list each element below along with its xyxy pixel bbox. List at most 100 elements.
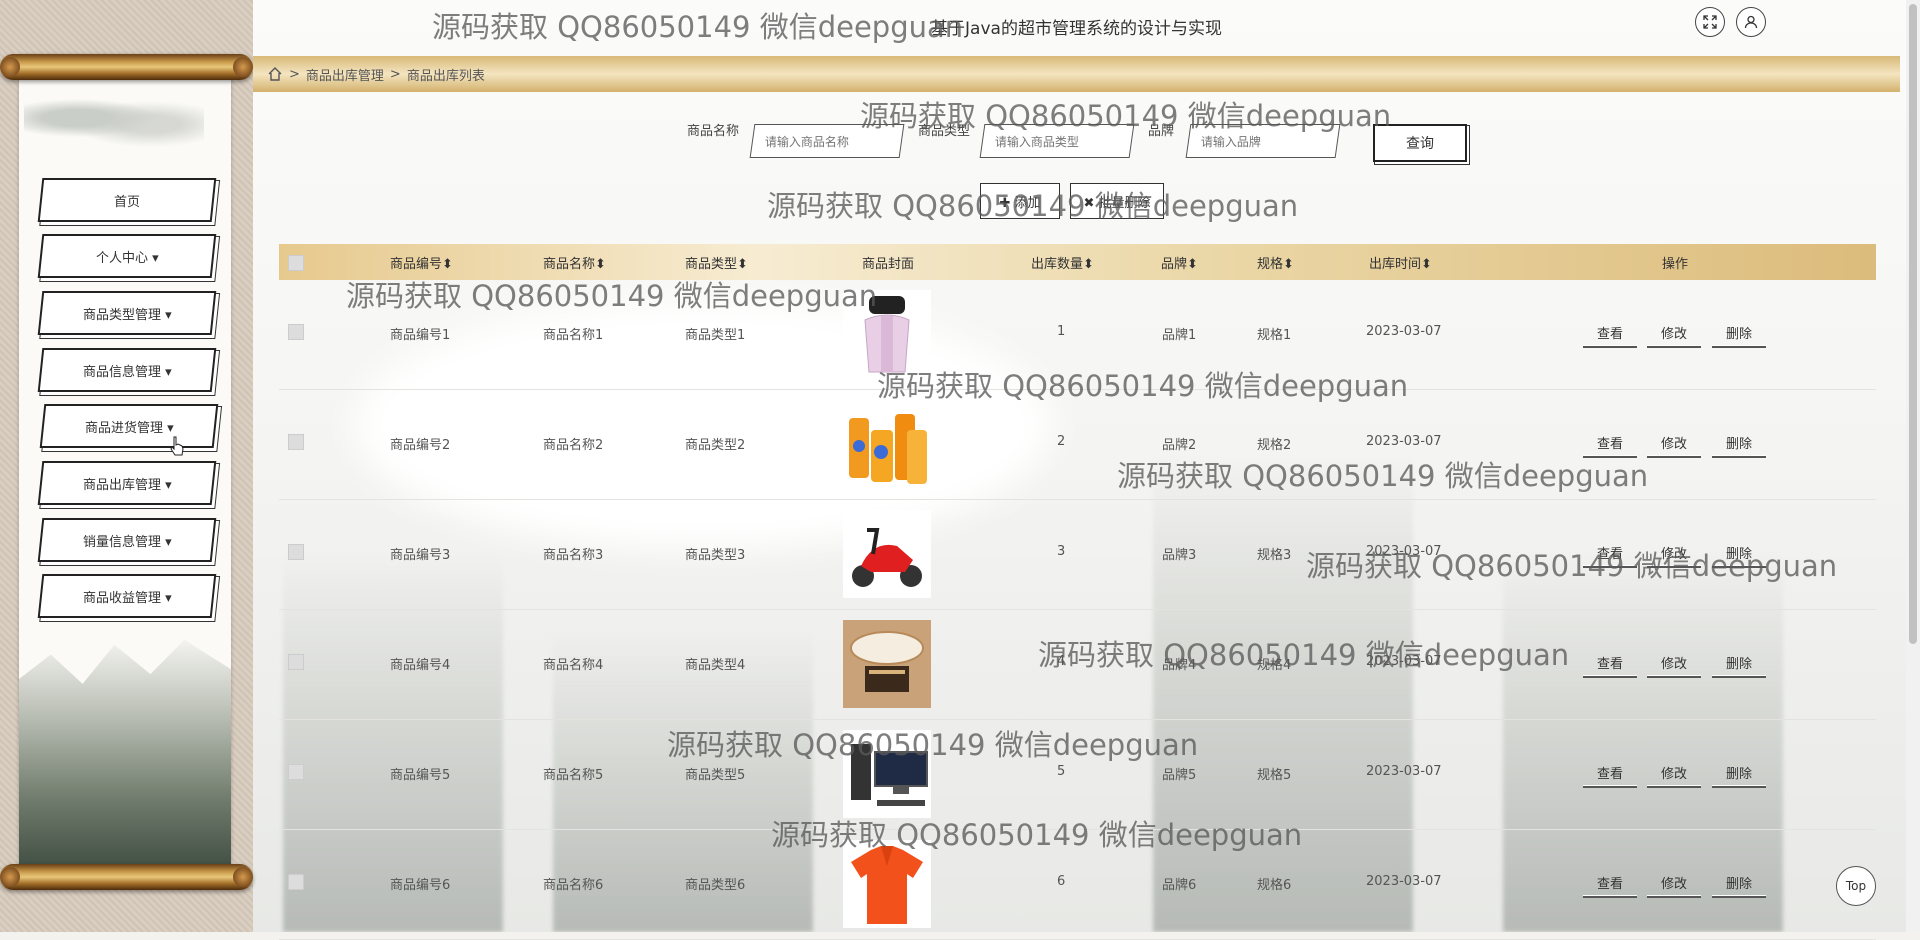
delete-button[interactable]: 删除	[1712, 758, 1766, 788]
view-button[interactable]: 查看	[1583, 538, 1637, 568]
row-checkbox[interactable]	[288, 764, 304, 780]
select-all-checkbox[interactable]	[288, 255, 304, 271]
sidebar-item-label: 商品收益管理 ▾	[82, 590, 172, 606]
sidebar: 首页 个人中心 ▾ 商品类型管理 ▾ 商品信息管理 ▾ 商品进货管理 ▾ 商品出…	[0, 0, 253, 932]
cell-brand: 品牌5	[1162, 768, 1197, 783]
sidebar-item-label: 商品类型管理 ▾	[82, 307, 172, 323]
row-checkbox[interactable]	[288, 434, 304, 450]
header-goods-code[interactable]: 商品编号⬍	[390, 253, 453, 272]
edit-button[interactable]: 修改	[1647, 538, 1701, 568]
delete-button[interactable]: 删除	[1712, 318, 1766, 348]
sidebar-item-personal-center[interactable]: 个人中心 ▾	[37, 234, 217, 278]
edit-button[interactable]: 修改	[1647, 868, 1701, 898]
brand-input-wrapper[interactable]	[1185, 124, 1341, 159]
sidebar-item-goods-profit[interactable]: 商品收益管理 ▾	[37, 574, 217, 618]
breadcrumb-separator: >	[389, 66, 401, 82]
header-brand[interactable]: 品牌⬍	[1161, 253, 1198, 272]
cell-goods-code: 商品编号3	[390, 548, 451, 563]
view-button[interactable]: 查看	[1583, 758, 1637, 788]
edit-button[interactable]: 修改	[1647, 758, 1701, 788]
cell-spec: 规格1	[1257, 328, 1292, 343]
brand-label: 品牌	[1148, 124, 1175, 139]
breadcrumb: > 商品出库管理 > 商品出库列表	[253, 56, 1900, 92]
sidebar-item-home[interactable]: 首页	[37, 178, 217, 222]
view-button[interactable]: 查看	[1583, 868, 1637, 898]
edit-button[interactable]: 修改	[1647, 318, 1701, 348]
row-checkbox[interactable]	[288, 544, 304, 560]
goods-cover-image	[843, 620, 931, 708]
sidebar-item-goods-purchase[interactable]: 商品进货管理 ▾	[39, 404, 219, 448]
sidebar-item-label: 个人中心 ▾	[95, 250, 159, 266]
row-checkbox[interactable]	[288, 874, 304, 890]
cell-outbound-qty: 5	[1057, 764, 1066, 779]
header-outbound-qty[interactable]: 出库数量⬍	[1031, 253, 1094, 272]
cell-outbound-qty: 4	[1057, 654, 1066, 669]
goods-type-input-wrapper[interactable]	[979, 124, 1135, 159]
cell-goods-name: 商品名称6	[543, 878, 604, 893]
delete-button[interactable]: 删除	[1712, 538, 1766, 568]
cell-goods-name: 商品名称1	[543, 328, 604, 343]
delete-button[interactable]: 删除	[1712, 648, 1766, 678]
outbound-table: 商品编号⬍ 商品名称⬍ 商品类型⬍ 商品封面 出库数量⬍ 品牌⬍ 规格⬍ 出库时…	[279, 244, 1876, 940]
cell-brand: 品牌6	[1162, 878, 1197, 893]
breadcrumb-item-outbound-management[interactable]: 商品出库管理	[306, 65, 384, 84]
view-button[interactable]: 查看	[1583, 318, 1637, 348]
edit-button[interactable]: 修改	[1647, 648, 1701, 678]
table-row: 商品编号6 商品名称6 商品类型6 6 品牌6 规格6 2023-03-07 查看 修改 删除	[279, 830, 1876, 940]
cell-goods-code: 商品编号2	[390, 438, 451, 453]
cell-goods-type: 商品类型1	[685, 328, 746, 343]
add-button[interactable]: ✚ 添加	[980, 183, 1060, 219]
goods-name-input[interactable]	[762, 125, 905, 159]
goods-cover-image	[843, 510, 931, 598]
header-spec[interactable]: 规格⬍	[1257, 253, 1294, 272]
sidebar-item-sales-info[interactable]: 销量信息管理 ▾	[37, 518, 217, 562]
cell-outbound-qty: 3	[1057, 544, 1066, 559]
cell-brand: 品牌4	[1162, 658, 1197, 673]
table-row: 商品编号3 商品名称3 商品类型3 3 品牌3 规格3 2023-03-07 查看 修改 删除	[279, 500, 1876, 610]
goods-cover-image	[843, 730, 931, 818]
cell-brand: 品牌3	[1162, 548, 1197, 563]
goods-type-input[interactable]	[992, 125, 1135, 159]
batch-delete-button[interactable]: ✖ 批量删除	[1070, 183, 1164, 219]
header-goods-name[interactable]: 商品名称⬍	[543, 253, 606, 272]
pine-decoration	[24, 88, 204, 148]
view-button[interactable]: 查看	[1583, 428, 1637, 458]
vertical-scrollbar[interactable]	[1906, 0, 1920, 932]
cell-goods-name: 商品名称3	[543, 548, 604, 563]
cell-outbound-time: 2023-03-07	[1366, 654, 1442, 669]
cell-goods-type: 商品类型4	[685, 658, 746, 673]
back-to-top-button[interactable]: Top	[1836, 866, 1876, 906]
row-checkbox[interactable]	[288, 324, 304, 340]
sidebar-item-goods-info[interactable]: 商品信息管理 ▾	[37, 348, 217, 392]
header-operations: 操作	[1662, 256, 1689, 272]
user-icon[interactable]	[1736, 7, 1766, 37]
table-row: 商品编号1 商品名称1 商品类型1 1 品牌1 规格1 2023-03-07 查看 修改 删除	[279, 280, 1876, 390]
table-row: 商品编号4 商品名称4 商品类型4 4 品牌4 规格4 2023-03-07 查看 修改 删除	[279, 610, 1876, 720]
cell-outbound-qty: 1	[1057, 324, 1066, 339]
delete-button[interactable]: 删除	[1712, 428, 1766, 458]
row-checkbox[interactable]	[288, 654, 304, 670]
header-goods-type[interactable]: 商品类型⬍	[685, 253, 748, 272]
brand-input[interactable]	[1198, 125, 1341, 159]
cell-goods-code: 商品编号1	[390, 328, 451, 343]
header-outbound-time[interactable]: 出库时间⬍	[1369, 253, 1432, 272]
sidebar-item-label: 商品进货管理 ▾	[84, 420, 174, 436]
fullscreen-icon[interactable]	[1695, 7, 1725, 37]
sidebar-item-label: 首页	[113, 194, 140, 210]
delete-button[interactable]: 删除	[1712, 868, 1766, 898]
goods-name-input-wrapper[interactable]	[749, 124, 905, 159]
edit-button[interactable]: 修改	[1647, 428, 1701, 458]
home-icon[interactable]	[267, 66, 283, 82]
cell-goods-type: 商品类型5	[685, 768, 746, 783]
breadcrumb-separator: >	[289, 66, 300, 82]
query-button[interactable]: 查询	[1373, 124, 1467, 162]
cell-outbound-time: 2023-03-07	[1366, 544, 1442, 559]
cell-goods-type: 商品类型3	[685, 548, 746, 563]
scrollbar-thumb[interactable]	[1909, 4, 1917, 644]
scroll-rod-top	[0, 54, 253, 80]
cell-goods-type: 商品类型6	[685, 878, 746, 893]
sidebar-item-goods-outbound[interactable]: 商品出库管理 ▾	[37, 461, 217, 505]
cell-spec: 规格3	[1257, 548, 1292, 563]
sidebar-item-goods-type[interactable]: 商品类型管理 ▾	[37, 291, 217, 335]
view-button[interactable]: 查看	[1583, 648, 1637, 678]
